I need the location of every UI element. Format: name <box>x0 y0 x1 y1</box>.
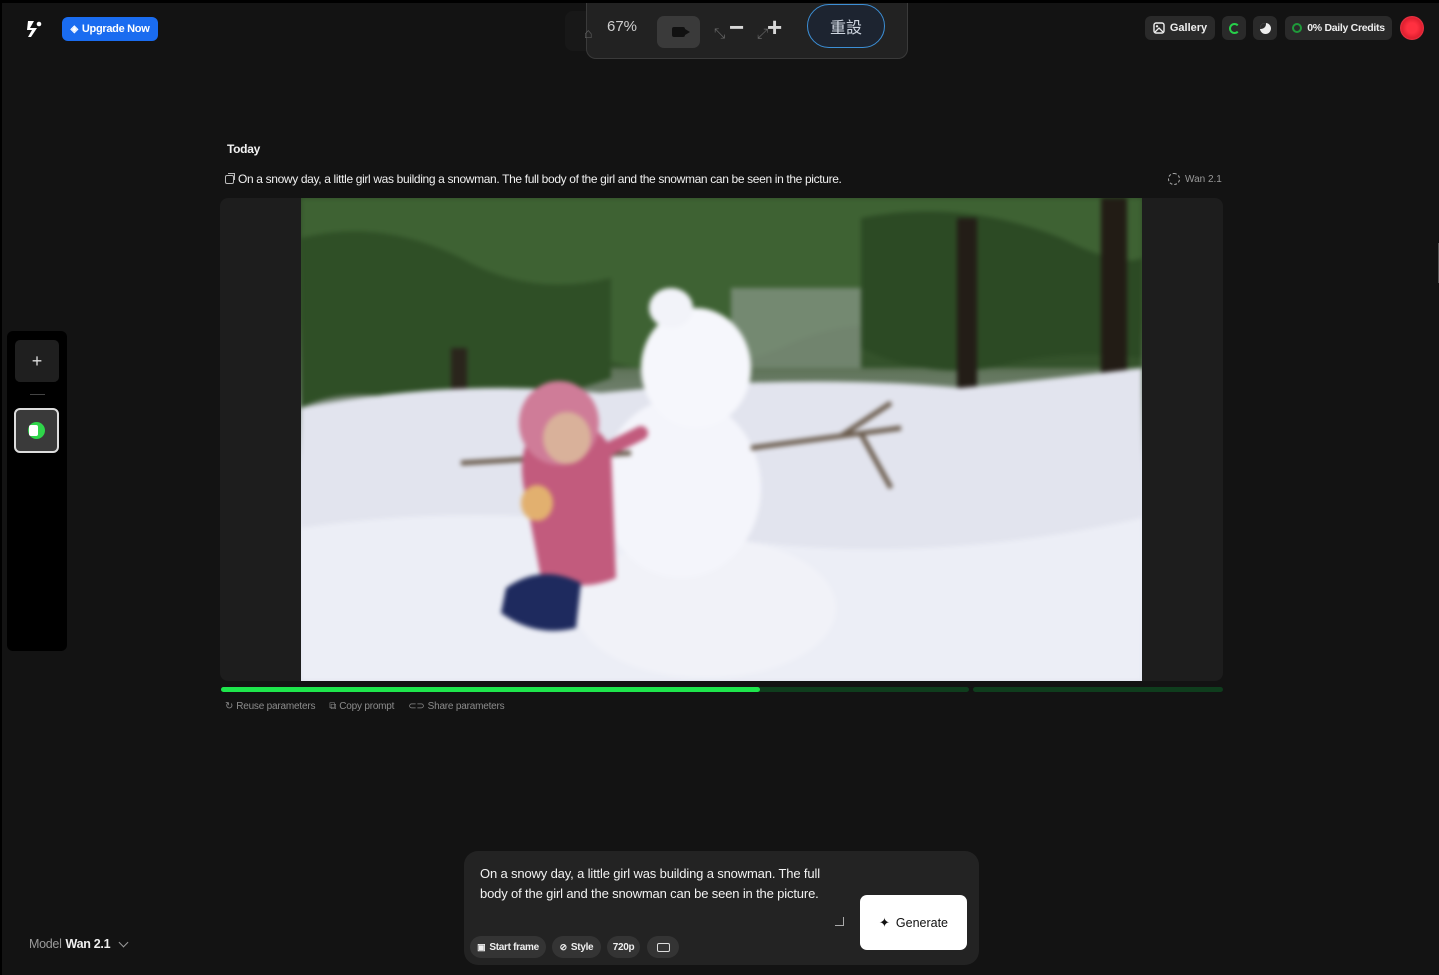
gallery-label: Gallery <box>1169 22 1208 34</box>
model-select-value: Wan 2.1 <box>65 937 111 951</box>
refresh-icon: ↻ <box>225 701 234 712</box>
moon-icon <box>1259 22 1271 34</box>
zoom-percent: 67% <box>607 18 638 35</box>
theme-toggle-button[interactable] <box>1253 16 1277 40</box>
image-icon: ▣ <box>477 941 486 952</box>
snow-scene-image <box>301 198 1142 681</box>
copy-label: Copy prompt <box>339 701 395 712</box>
gallery-icon <box>1153 22 1165 34</box>
reuse-parameters-button[interactable]: ↻ Reuse parameters <box>225 701 315 712</box>
prompt-text: On a snowy day, a little girl was buildi… <box>238 172 842 186</box>
sparkle-icon: ✦ <box>878 914 890 930</box>
video-progress-track-2[interactable] <box>973 687 1223 692</box>
new-project-button[interactable]: + <box>15 340 59 382</box>
credits-label: 0% Daily Credits <box>1307 22 1385 34</box>
copy-prompt-button[interactable]: ⧉ Copy prompt <box>329 701 394 712</box>
generation-status-button[interactable] <box>1222 16 1246 40</box>
plus-icon: + <box>31 350 43 371</box>
copy-icon[interactable] <box>225 172 235 184</box>
video-project-thumbnail[interactable] <box>14 408 59 453</box>
video-progress-track-1[interactable] <box>221 687 969 692</box>
model-select-label: Model <box>29 937 62 951</box>
reuse-label: Reuse parameters <box>236 701 316 712</box>
resize-handle-icon[interactable] <box>835 917 844 926</box>
model-tag: Wan 2.1 <box>1168 173 1222 185</box>
reset-zoom-button[interactable]: 重設 <box>807 4 885 48</box>
video-project-icon <box>28 422 45 439</box>
style-label: Style <box>570 941 594 953</box>
share-parameters-button[interactable]: ⊂⊃ Share parameters <box>408 701 504 712</box>
start-frame-chip[interactable]: ▣ Start frame <box>470 936 546 958</box>
zoom-in-button[interactable]: + <box>767 12 782 43</box>
resolution-chip[interactable]: 720p <box>607 936 640 958</box>
prompt-input[interactable]: On a snowy day, a little girl was buildi… <box>480 864 835 904</box>
shrink-icon: ⤡ <box>714 25 726 41</box>
share-label: Share parameters <box>427 701 505 712</box>
model-tag-label: Wan 2.1 <box>1185 173 1222 185</box>
section-title: Today <box>227 142 260 156</box>
zoom-out-button[interactable]: − <box>729 12 744 43</box>
daily-credits-button[interactable]: 0% Daily Credits <box>1285 16 1392 40</box>
generated-video[interactable] <box>301 198 1142 681</box>
video-camera-icon <box>672 27 690 37</box>
link-icon: ⊂⊃ <box>408 701 425 712</box>
aperture-icon <box>1168 173 1180 185</box>
credits-ring-icon <box>1292 23 1303 33</box>
resolution-label: 720p <box>612 941 635 953</box>
prompt-header: On a snowy day, a little girl was buildi… <box>225 172 842 186</box>
aspect-ratio-icon <box>656 942 670 952</box>
generate-button[interactable]: ✦ Generate <box>860 895 967 950</box>
video-card[interactable] <box>220 198 1223 681</box>
style-chip[interactable]: ⊘ Style <box>552 936 601 958</box>
rail-divider <box>30 394 45 395</box>
generate-label: Generate <box>895 915 949 930</box>
chevron-down-icon <box>118 937 129 947</box>
upgrade-now-button[interactable]: ◈ Upgrade Now <box>62 17 158 41</box>
copy-icon: ⧉ <box>329 701 337 712</box>
loading-ring-icon <box>1228 22 1240 34</box>
user-avatar[interactable] <box>1400 16 1424 40</box>
model-selector[interactable]: Model Wan 2.1 <box>29 937 129 951</box>
aspect-ratio-chip[interactable] <box>647 936 679 958</box>
app-window: ◈ Upgrade Now ⌂ 67% ⤡ − ⤢ + 重設 Gallery 0… <box>0 0 1439 975</box>
gallery-button[interactable]: Gallery <box>1145 16 1215 40</box>
camera-toggle-button[interactable] <box>657 16 700 48</box>
home-icon: ⌂ <box>584 25 593 41</box>
diamond-icon: ◈ <box>70 23 79 35</box>
upgrade-label: Upgrade Now <box>81 23 150 35</box>
start-frame-label: Start frame <box>489 941 539 953</box>
result-actions: ↻ Reuse parameters ⧉ Copy prompt ⊂⊃ Shar… <box>225 701 505 712</box>
reset-label: 重設 <box>829 20 862 37</box>
app-logo-icon[interactable] <box>25 19 43 39</box>
palette-icon: ⊘ <box>559 941 568 952</box>
video-progress-fill <box>221 687 760 692</box>
